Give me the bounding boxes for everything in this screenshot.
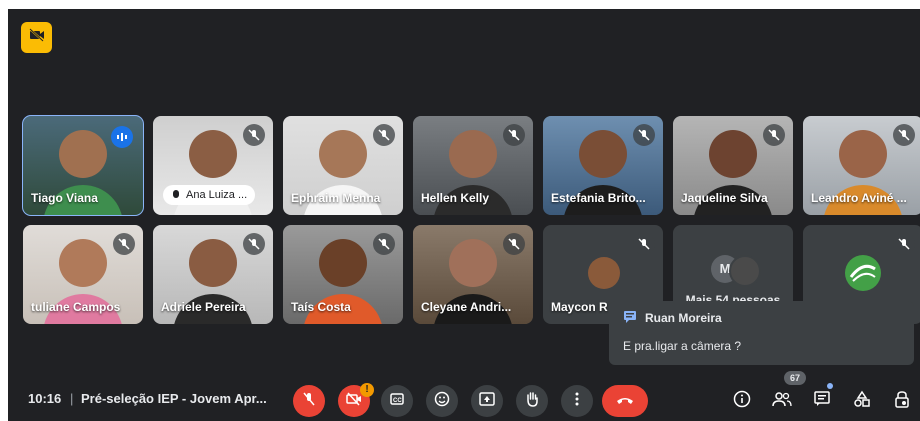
participant-name: Leandro Aviné ... — [811, 191, 907, 205]
participant-tile[interactable]: tuliane Campos — [23, 225, 143, 324]
present-button[interactable] — [471, 385, 503, 417]
leave-call-button[interactable] — [602, 385, 648, 417]
lock-person-icon — [893, 390, 911, 413]
participant-name: Ephraim Menna — [291, 191, 381, 205]
camera-off-badge[interactable] — [21, 22, 52, 53]
mic-muted-icon — [373, 233, 395, 255]
camera-off-icon — [346, 391, 362, 411]
meeting-details-button[interactable] — [730, 389, 754, 413]
captions-icon: CC — [390, 392, 404, 410]
participant-face — [59, 130, 107, 178]
participant-name: Cleyane Andri... — [421, 300, 512, 314]
chat-icon — [623, 310, 637, 329]
participant-face — [319, 239, 367, 287]
mic-muted-icon — [633, 233, 655, 255]
svg-text:CC: CC — [393, 398, 402, 404]
chat-notification[interactable]: Ruan Moreira E pra.ligar a câmera ? — [609, 301, 914, 365]
mic-muted-icon — [373, 124, 395, 146]
mic-muted-icon — [893, 233, 915, 255]
camera-off-icon — [28, 26, 46, 49]
participant-name: tuliane Campos — [31, 300, 121, 314]
meeting-title: Pré-seleção IEP - Jovem Apr... — [81, 391, 267, 406]
participant-name: Adriele Pereira — [161, 300, 246, 314]
present-screen-icon — [479, 391, 495, 411]
participant-name: Tiago Viana — [31, 191, 98, 205]
chat-message: E pra.ligar a câmera ? — [623, 339, 742, 353]
hand-icon — [525, 391, 539, 412]
participant-face — [449, 130, 497, 178]
participant-tile[interactable]: Cleyane Andri... — [413, 225, 533, 324]
mic-muted-icon — [243, 124, 265, 146]
emoji-icon — [434, 391, 450, 412]
participant-name: Hellen Kelly — [421, 191, 490, 205]
participant-face — [579, 130, 627, 178]
chat-sender: Ruan Moreira — [645, 311, 722, 325]
participant-face — [709, 130, 757, 178]
raise-hand-button[interactable] — [516, 385, 548, 417]
mic-muted-icon — [503, 233, 525, 255]
mic-muted-icon — [633, 124, 655, 146]
participant-tile[interactable]: Hellen Kelly — [413, 116, 533, 215]
camera-alert-badge: ! — [360, 383, 374, 397]
chat-button[interactable] — [810, 389, 834, 413]
participant-count-badge: 67 — [784, 371, 806, 385]
bottom-control-bar: 10:16 | Pré-seleção IEP - Jovem Apr... !… — [8, 371, 920, 421]
participant-face — [189, 130, 237, 178]
mic-off-icon — [302, 392, 316, 411]
participant-name: Maycon R — [551, 300, 608, 314]
mic-muted-icon — [503, 124, 525, 146]
people-icon — [772, 391, 792, 412]
activities-icon — [853, 390, 871, 413]
participant-face — [59, 239, 107, 287]
chat-unread-dot — [827, 383, 833, 389]
mic-muted-icon — [893, 124, 915, 146]
participant-name: Jaqueline Silva — [681, 191, 768, 205]
participant-tile[interactable]: Ephraim Menna — [283, 116, 403, 215]
participant-name: Estefania Brito... — [551, 191, 646, 205]
mic-muted-icon — [243, 233, 265, 255]
chat-icon — [813, 390, 831, 413]
participant-tile[interactable]: Ana Luiza ... — [153, 116, 273, 215]
participant-name: Taís Costa — [291, 300, 351, 314]
avatar — [729, 255, 761, 287]
more-vert-icon — [575, 392, 579, 411]
participant-tile[interactable]: Tiago Viana — [22, 115, 144, 216]
meeting-clock: 10:16 — [28, 391, 62, 406]
speaking-indicator-icon — [111, 126, 133, 148]
more-options-button[interactable] — [561, 385, 593, 417]
mic-toggle-button[interactable] — [293, 385, 325, 417]
participant-name: Ana Luiza ... — [186, 189, 248, 201]
participant-tile[interactable]: Leandro Aviné ... — [803, 116, 920, 215]
participant-tile[interactable]: Estefania Brito... — [543, 116, 663, 215]
participant-face — [449, 239, 497, 287]
activities-button[interactable] — [850, 389, 874, 413]
mic-muted-icon — [113, 233, 135, 255]
captions-button[interactable]: CC — [381, 385, 413, 417]
participant-tile[interactable]: Jaqueline Silva — [673, 116, 793, 215]
participant-face — [189, 239, 237, 287]
meeting-stage: Tiago Viana Ana Luiza ... Ephraim Menna … — [8, 9, 920, 421]
participant-tile[interactable]: Adriele Pereira — [153, 225, 273, 324]
participant-tile[interactable]: Taís Costa — [283, 225, 403, 324]
hand-icon — [171, 188, 181, 203]
reactions-button[interactable] — [426, 385, 458, 417]
info-icon — [733, 390, 751, 413]
avatar — [845, 255, 881, 291]
name-pill: Ana Luiza ... — [163, 185, 256, 205]
mic-muted-icon — [763, 124, 785, 146]
avatar — [588, 257, 620, 289]
divider: | — [70, 391, 74, 406]
phone-hangup-icon — [615, 392, 635, 410]
people-button[interactable] — [770, 389, 794, 413]
participant-face — [839, 130, 887, 178]
host-controls-button[interactable] — [890, 389, 914, 413]
participant-face — [319, 130, 367, 178]
